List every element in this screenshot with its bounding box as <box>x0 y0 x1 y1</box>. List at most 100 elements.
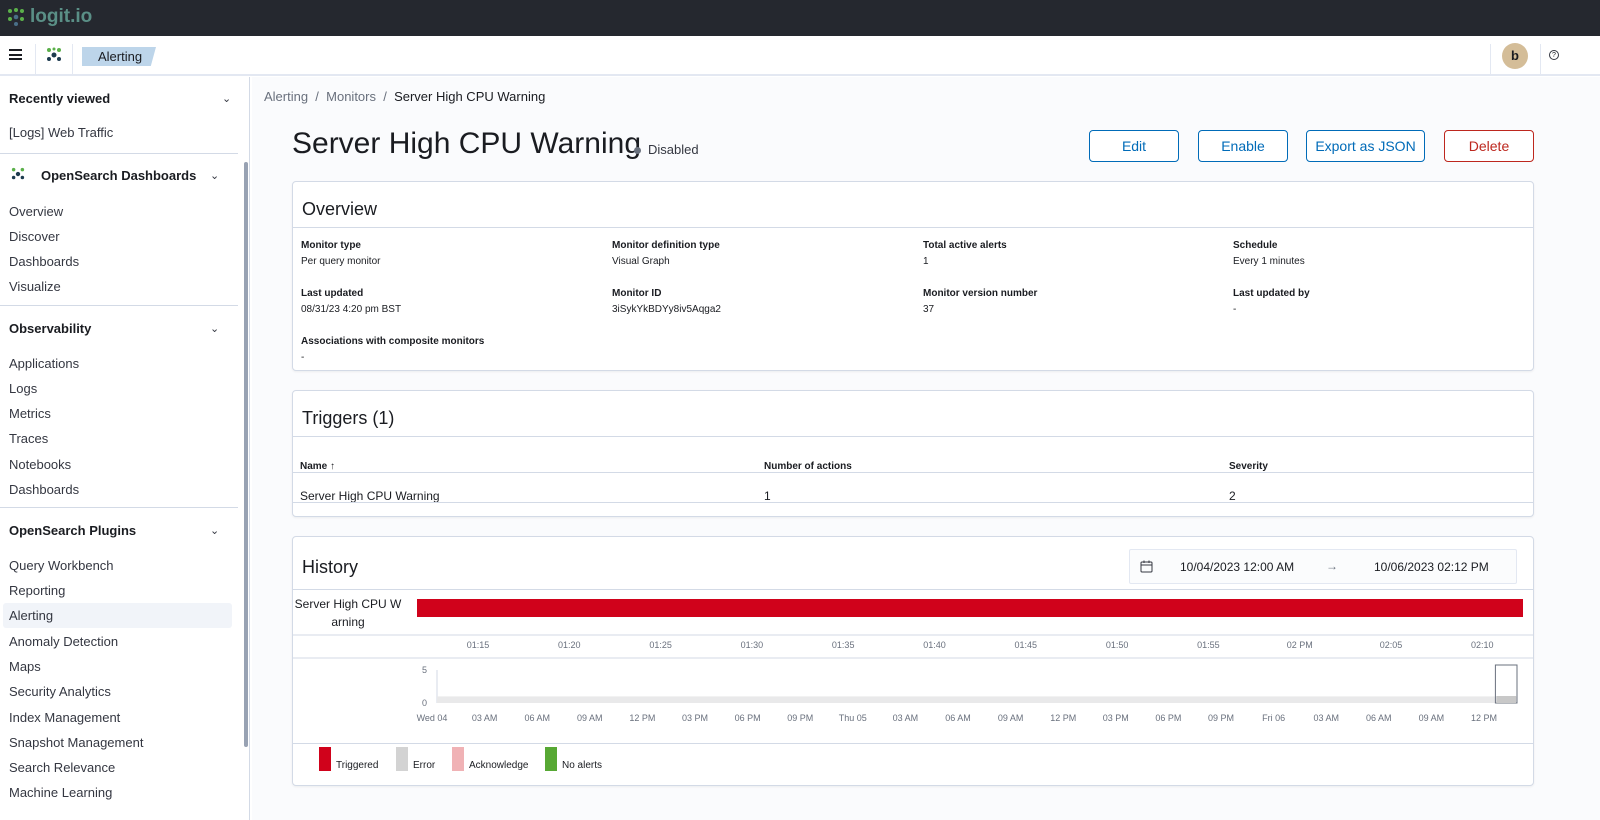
x-tick-label: 03 AM <box>1313 713 1339 723</box>
x-tick-label: 06 PM <box>735 713 761 723</box>
start-date-input[interactable]: 10/04/2023 12:00 AM <box>1180 560 1294 574</box>
trigger-name[interactable]: Server High CPU Warning <box>300 489 440 503</box>
x-tick-label: 09 AM <box>1419 713 1445 723</box>
x-tick-label: 09 PM <box>787 713 813 723</box>
x-tick-label: 03 PM <box>682 713 708 723</box>
brush-fill <box>1496 696 1516 703</box>
sidebar-item-metrics[interactable]: Metrics <box>9 406 51 421</box>
history-panel: History 10/04/2023 12:00 AM → 10/06/2023… <box>292 536 1534 786</box>
sidebar-item-visualize[interactable]: Visualize <box>9 279 61 294</box>
field-value: 37 <box>923 304 935 315</box>
legend-item: Acknowledge <box>452 747 528 771</box>
sidebar-item-reporting[interactable]: Reporting <box>9 583 65 598</box>
calendar-icon[interactable] <box>1140 560 1153 573</box>
delete-button[interactable]: Delete <box>1444 130 1534 162</box>
sidebar-item-index-management[interactable]: Index Management <box>9 710 120 725</box>
enable-button[interactable]: Enable <box>1198 130 1288 162</box>
edit-button[interactable]: Edit <box>1089 130 1179 162</box>
history-timeline-chart: Server High CPU Warning01:15 01:20 01:25 01… <box>293 597 1533 723</box>
x-tick-label: 01:45 <box>1015 640 1038 650</box>
legend-item: Triggered <box>319 747 378 771</box>
sidebar-item-query-workbench[interactable]: Query Workbench <box>9 558 114 573</box>
field-label: Monitor ID <box>612 288 662 299</box>
sidebar-section-observability[interactable]: Observability <box>9 321 91 336</box>
field-value: - <box>301 352 305 363</box>
breadcrumb-alerting[interactable]: Alerting <box>264 89 308 104</box>
field-label: Last updated by <box>1233 288 1310 299</box>
sidebar-section-opensearch-plugins[interactable]: OpenSearch Plugins <box>9 523 136 538</box>
field-label: Monitor version number <box>923 288 1038 299</box>
sidebar-scrollbar[interactable] <box>244 162 248 747</box>
sidebar-section-opensearch-dashboards[interactable]: OpenSearch Dashboards <box>41 168 196 183</box>
x-tick-label: Wed 04 <box>417 713 448 723</box>
x-tick-label: Thu 05 <box>839 713 867 723</box>
sidebar-item-search-relevance[interactable]: Search Relevance <box>9 760 115 775</box>
sidebar-item-security-analytics[interactable]: Security Analytics <box>9 684 111 699</box>
x-tick-label: 01:55 <box>1197 640 1220 650</box>
end-date-input[interactable]: 10/06/2023 02:12 PM <box>1374 560 1489 574</box>
overview-field: Monitor type Per query monitor <box>301 240 380 267</box>
x-tick-label: 12 PM <box>629 713 655 723</box>
overview-field: Total active alerts 1 <box>923 240 1007 267</box>
chevron-down-icon[interactable]: ⌄ <box>210 169 219 182</box>
overview-field: Monitor version number 37 <box>923 288 1037 315</box>
date-range-picker[interactable]: 10/04/2023 12:00 AM → 10/06/2023 02:12 P… <box>1129 549 1517 584</box>
field-label: Schedule <box>1233 240 1278 251</box>
sidebar-item-notebooks[interactable]: Notebooks <box>9 457 71 472</box>
x-tick-label: 06 AM <box>524 713 550 723</box>
sidebar-item-anomaly-detection[interactable]: Anomaly Detection <box>9 634 118 649</box>
field-label: Last updated <box>301 288 364 299</box>
column-header-name[interactable]: Name ↑ <box>300 461 335 472</box>
user-avatar[interactable]: b <box>1502 43 1528 69</box>
export-json-button[interactable]: Export as JSON <box>1306 130 1425 162</box>
opensearch-home-icon[interactable] <box>46 47 62 63</box>
breadcrumb: Alerting / Monitors / Server High CPU Wa… <box>264 89 546 104</box>
triggered-bar[interactable] <box>417 599 1523 617</box>
series-label: arning <box>331 615 364 629</box>
sidebar-recently-viewed-header[interactable]: Recently viewed <box>9 91 110 106</box>
legend-item: Error <box>396 747 435 771</box>
x-tick-label: 06 AM <box>945 713 971 723</box>
trigger-actions: 1 <box>764 489 771 503</box>
chevron-down-icon[interactable]: ⌄ <box>210 524 219 537</box>
logit-logo[interactable]: logit.io <box>6 6 92 28</box>
sidebar-item-overview[interactable]: Overview <box>9 204 63 219</box>
sidebar-item-logs-web-traffic[interactable]: [Logs] Web Traffic <box>9 125 113 140</box>
help-icon[interactable]: ? <box>1549 50 1559 60</box>
column-header-actions[interactable]: Number of actions <box>764 461 852 472</box>
column-header-severity[interactable]: Severity <box>1229 461 1268 472</box>
field-label: Monitor type <box>301 240 361 251</box>
sidebar-item-alerting[interactable]: Alerting <box>3 603 232 628</box>
main-content: Alerting / Monitors / Server High CPU Wa… <box>252 77 1600 820</box>
legend-swatch <box>319 747 331 771</box>
sidebar-item-maps[interactable]: Maps <box>9 659 41 674</box>
sidebar-item-logs[interactable]: Logs <box>9 381 37 396</box>
menu-icon[interactable] <box>9 49 22 60</box>
sidebar-item-dashboards[interactable]: Dashboards <box>9 254 79 269</box>
chevron-down-icon[interactable]: ⌄ <box>210 322 219 335</box>
chevron-down-icon[interactable]: ⌄ <box>222 92 231 105</box>
sidebar-item-discover[interactable]: Discover <box>9 229 60 244</box>
x-tick-label: 01:15 <box>467 640 490 650</box>
sort-ascending-icon[interactable]: ↑ <box>330 461 335 472</box>
x-tick-label: 06 AM <box>1366 713 1392 723</box>
field-value: Per query monitor <box>301 256 381 267</box>
field-value: 08/31/23 4:20 pm BST <box>301 304 402 315</box>
x-tick-label: 01:35 <box>832 640 855 650</box>
sidebar-item-applications[interactable]: Applications <box>9 356 79 371</box>
sidebar-item-observability-dashboards[interactable]: Dashboards <box>9 482 79 497</box>
sidebar-item-traces[interactable]: Traces <box>9 431 48 446</box>
arrow-right-icon: → <box>1326 559 1338 573</box>
field-value: 1 <box>923 256 929 267</box>
sidebar-item-machine-learning[interactable]: Machine Learning <box>9 785 112 800</box>
sidebar-item-snapshot-management[interactable]: Snapshot Management <box>9 735 143 750</box>
legend-label: Error <box>413 760 436 771</box>
triggers-title: Triggers (1) <box>293 391 1533 437</box>
overview-field: Monitor definition type Visual Graph <box>612 240 720 267</box>
breadcrumb-monitors[interactable]: Monitors <box>326 89 376 104</box>
field-value: - <box>1233 304 1237 315</box>
header-breadcrumb-alerting[interactable]: Alerting <box>82 47 156 66</box>
app-header: Alerting b ? <box>0 36 1600 76</box>
status-dot-icon <box>634 147 641 154</box>
field-label: Monitor definition type <box>612 240 720 251</box>
